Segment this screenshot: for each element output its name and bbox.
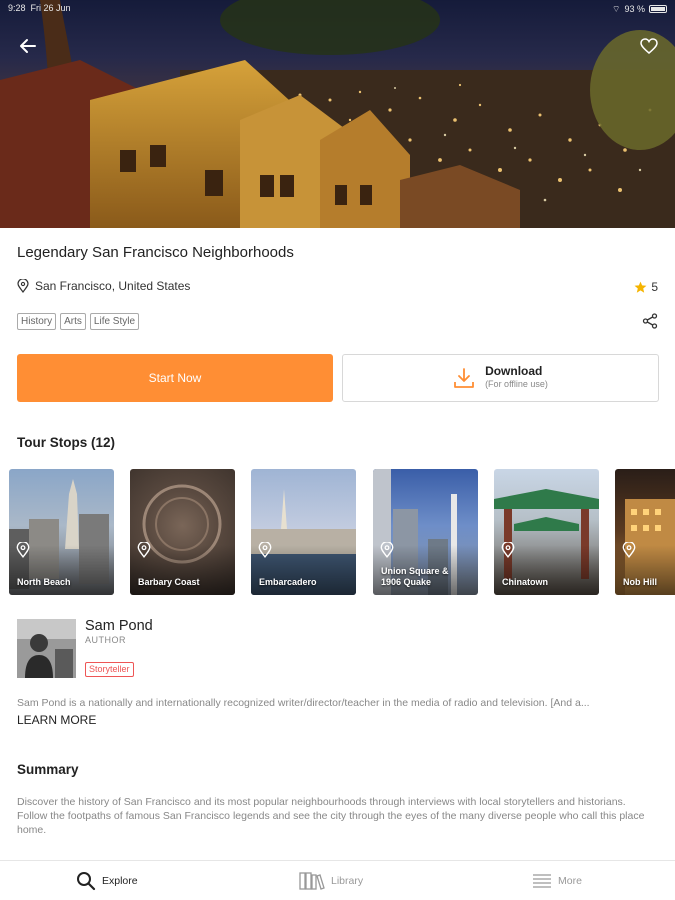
tag-life-style[interactable]: Life Style xyxy=(89,313,140,330)
summary-text: Discover the history of San Francisco an… xyxy=(17,796,645,836)
tab-more-label: More xyxy=(558,875,582,887)
author-badge: Storyteller xyxy=(85,662,134,677)
learn-more-link[interactable]: LEARN MORE xyxy=(17,713,96,727)
location-text: San Francisco, United States xyxy=(35,279,191,293)
location-pin-icon xyxy=(17,279,29,293)
start-now-button[interactable]: Start Now xyxy=(17,354,333,402)
location-pin-icon xyxy=(16,542,30,558)
search-icon xyxy=(77,872,96,891)
arrow-left-icon xyxy=(20,39,36,53)
stop-label: North Beach xyxy=(17,577,71,587)
stop-label: Nob Hill xyxy=(623,577,657,587)
location-pin-icon xyxy=(137,542,151,558)
location-pin-icon xyxy=(258,542,272,558)
download-label: Download xyxy=(485,364,543,378)
hero-image: 9:28 Fri 26 Jun ⌔ 93 % xyxy=(0,0,675,228)
tour-title: Legendary San Francisco Neighborhoods xyxy=(17,244,294,261)
author-name: Sam Pond xyxy=(85,618,153,634)
back-button[interactable] xyxy=(14,32,42,60)
location-pin-icon xyxy=(501,542,515,558)
tab-explore[interactable]: Explore xyxy=(76,861,138,900)
library-icon xyxy=(299,872,325,890)
tag-history[interactable]: History xyxy=(17,313,57,330)
heart-icon xyxy=(640,38,658,54)
tab-library[interactable]: Library xyxy=(299,861,363,900)
battery-icon xyxy=(649,5,667,13)
location-pin-icon xyxy=(622,542,636,558)
author-avatar[interactable] xyxy=(17,619,76,678)
status-time: 9:28 Fri 26 Jun xyxy=(8,3,71,15)
status-right: ⌔ 93 % xyxy=(612,3,667,15)
stop-card-chinatown[interactable]: Chinatown xyxy=(494,469,599,595)
tag-arts[interactable]: Arts xyxy=(60,313,86,330)
download-sublabel: (For offline use) xyxy=(485,379,548,389)
wifi-icon: ⌔ xyxy=(612,3,621,14)
share-icon xyxy=(642,313,658,329)
author-bio: Sam Pond is a nationally and internation… xyxy=(17,697,590,709)
favorite-button[interactable] xyxy=(635,32,663,60)
hero-city-scene xyxy=(0,0,675,228)
tab-explore-label: Explore xyxy=(102,875,138,887)
rating: 5 xyxy=(634,280,658,294)
stop-label: Embarcadero xyxy=(259,577,317,587)
summary-heading: Summary xyxy=(17,762,79,777)
start-now-label: Start Now xyxy=(148,371,202,385)
stop-card-barbary-coast[interactable]: Barbary Coast xyxy=(130,469,235,595)
menu-icon xyxy=(533,874,551,888)
tab-more[interactable]: More xyxy=(532,861,582,900)
status-time-text: 9:28 xyxy=(8,3,26,13)
star-icon xyxy=(634,281,647,293)
stop-label: Union Square & 1906 Quake xyxy=(381,566,449,587)
stop-card-embarcadero[interactable]: Embarcadero xyxy=(251,469,356,595)
author-role: AUTHOR xyxy=(85,635,126,645)
stop-label: Barbary Coast xyxy=(138,577,200,587)
rating-value: 5 xyxy=(651,280,658,294)
download-button[interactable]: Download (For offline use) xyxy=(342,354,659,402)
share-button[interactable] xyxy=(641,312,659,330)
bottom-tab-bar: Explore Library More xyxy=(0,860,675,900)
stop-card-north-beach[interactable]: North Beach xyxy=(9,469,114,595)
author-photo-image xyxy=(17,619,76,678)
stop-card-nob-hill[interactable]: Nob Hill xyxy=(615,469,675,595)
tag-list: History Arts Life Style xyxy=(17,313,140,330)
battery-percent: 93 % xyxy=(624,4,645,14)
location-pin-icon xyxy=(380,542,394,558)
tab-library-label: Library xyxy=(331,875,364,887)
tour-stops-heading: Tour Stops (12) xyxy=(17,435,116,450)
status-bar: 9:28 Fri 26 Jun ⌔ 93 % xyxy=(8,3,667,15)
status-date-text: Fri 26 Jun xyxy=(30,3,71,13)
tour-stops-carousel[interactable]: North Beach Barbary Coast Embarcadero Un… xyxy=(9,469,675,595)
stop-card-union-square[interactable]: Union Square & 1906 Quake xyxy=(373,469,478,595)
download-text: Download (For offline use) xyxy=(485,365,548,391)
download-icon xyxy=(454,368,474,388)
location-row: San Francisco, United States xyxy=(17,279,190,293)
stop-label: Chinatown xyxy=(502,577,548,587)
